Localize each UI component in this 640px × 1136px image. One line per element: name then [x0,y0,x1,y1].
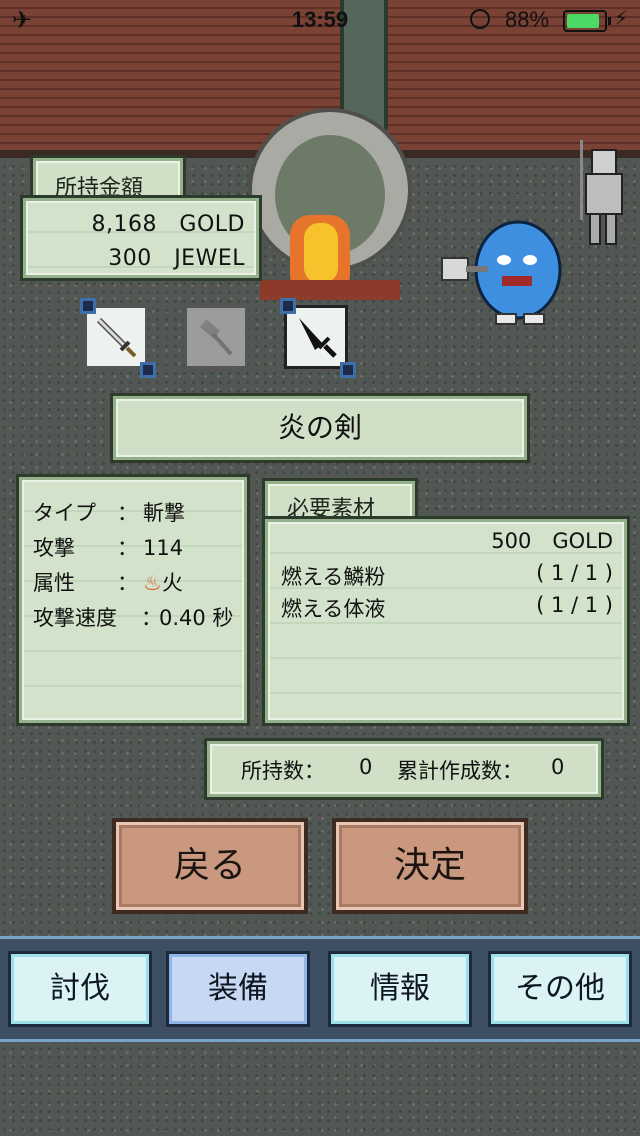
owned-label: 所持数： [241,759,325,783]
stat-value: 火 [161,571,183,595]
slot-corner [140,362,156,378]
stat-value: 斬撃 [143,501,185,525]
material-count: ( 1 / 1 ) [536,593,613,617]
hammer-icon [199,319,233,356]
battery-percent: 88% [505,7,550,32]
stat-separator: ： [117,571,138,595]
slot-corner [340,362,356,378]
stat-key: 攻撃 [33,536,75,560]
stat-row-type: タイプ ：斬撃 [33,497,185,527]
material-row: 燃える体液 ( 1 / 1 ) [281,593,613,623]
stat-separator: ： [117,536,138,560]
flame-sword-icon [299,318,337,358]
tab-subjugation[interactable]: 討伐 [8,951,152,1027]
stat-key: タイプ [33,501,96,525]
material-name: 燃える体液 [281,597,386,621]
material-name: 燃える鱗粉 [281,565,386,589]
material-row: 燃える鱗粉 ( 1 / 1 ) [281,561,613,591]
material-count: ( 1 / 1 ) [536,561,613,585]
armor-knight-illustration [580,140,623,245]
craft-count-panel: 所持数： 0 累計作成数： 0 [204,738,604,800]
back-button[interactable]: 戻る [112,818,308,914]
stat-separator: ： [141,606,162,630]
item-slot-sword[interactable] [84,305,148,369]
gold-amount: 8,168 GOLD [91,212,245,237]
status-bar: ✈ 13:59 88% ⚡ [0,0,640,40]
fire-icon: ♨ [143,571,162,595]
bottom-tab-bar: 討伐 装備 情報 その他 [0,936,640,1042]
owned-value: 0 [359,755,373,779]
rotation-lock-icon [470,9,490,29]
confirm-button[interactable]: 決定 [332,818,528,914]
material-cost: 500 GOLD [491,529,613,553]
stat-value: 114 [143,536,184,560]
tab-equipment[interactable]: 装備 [166,951,310,1027]
sword-icon [96,317,137,358]
item-slot-hammer[interactable] [184,305,248,369]
item-name: 炎の剣 [277,411,362,444]
stat-row-speed: 攻撃速度 ：0.40 秒 [33,602,233,632]
slot-corner [80,298,96,314]
stat-value: 0.40 秒 [159,606,234,630]
stat-key: 攻撃速度 [33,606,117,630]
stat-row-element: 属性 ： ♨火 [33,567,183,597]
item-slot-flame-sword[interactable] [284,305,348,369]
stat-separator: ： [117,501,138,525]
tab-other[interactable]: その他 [488,951,632,1027]
crafted-value: 0 [551,755,565,779]
jewel-amount: 300 JEWEL [108,246,245,271]
stat-row-attack: 攻撃 ： 114 [33,532,183,562]
tab-info[interactable]: 情報 [328,951,472,1027]
wallet-panel: 8,168 GOLD 300 JEWEL [20,195,262,281]
item-stats-panel: タイプ：斬撃 攻撃： 114 属性： ♨火 攻撃速度 ：0.40 秒 [16,474,250,726]
item-name-banner: 炎の剣 [110,393,530,463]
blue-monster-illustration [441,220,562,325]
slot-corner [280,298,296,314]
crafted-label: 累計作成数： [397,759,523,783]
battery-icon [563,10,611,32]
charging-icon: ⚡ [614,6,629,30]
materials-panel: 500 GOLD 燃える鱗粉 ( 1 / 1 ) 燃える体液 ( 1 / 1 ) [262,516,630,726]
stat-key: 属性 [33,571,75,595]
